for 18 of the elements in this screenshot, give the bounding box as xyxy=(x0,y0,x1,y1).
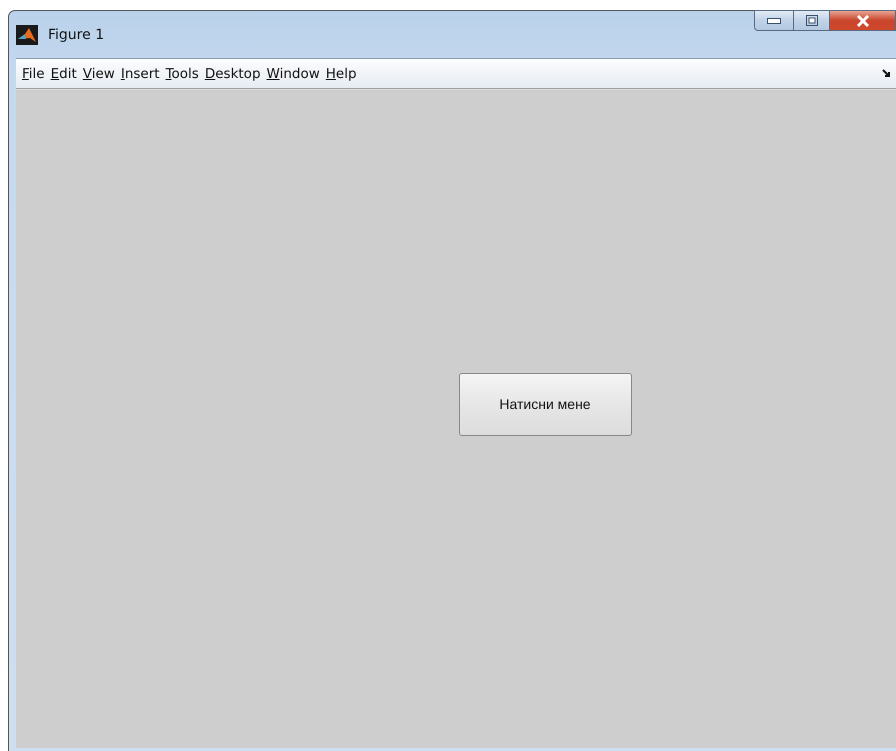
menu-item[interactable]: Insert xyxy=(118,66,163,82)
minimize-button[interactable] xyxy=(754,10,794,31)
menu-item[interactable]: Tools xyxy=(162,66,202,82)
dock-arrow-icon[interactable] xyxy=(882,69,891,78)
close-button[interactable] xyxy=(830,10,896,31)
menu-item[interactable]: Help xyxy=(322,66,360,82)
maximize-button[interactable] xyxy=(794,10,830,31)
minimize-icon xyxy=(767,18,781,24)
window-title: Figure 1 xyxy=(48,26,104,42)
app-logo-icon xyxy=(16,24,38,44)
menu-item[interactable]: View xyxy=(80,66,118,82)
menu-item[interactable]: Window xyxy=(264,66,323,82)
menu-item[interactable]: Desktop xyxy=(202,66,264,82)
close-icon xyxy=(856,14,870,26)
maximize-icon xyxy=(806,15,818,26)
push-button[interactable]: Натисни мене xyxy=(458,372,632,436)
menu-item[interactable]: File xyxy=(19,66,48,82)
menu-item[interactable]: Edit xyxy=(48,66,80,82)
